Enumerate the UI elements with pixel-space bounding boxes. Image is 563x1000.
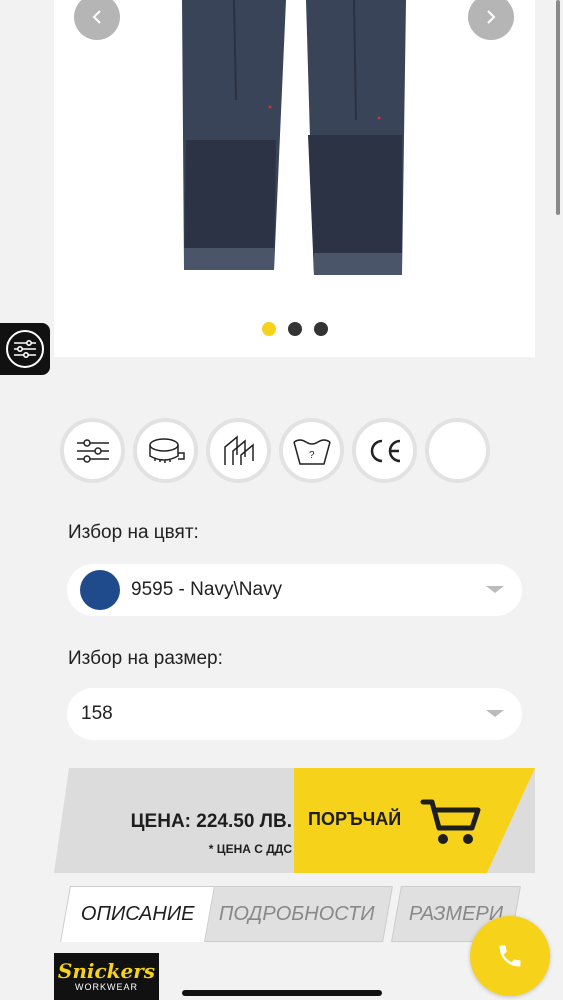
size-dropdown[interactable]: 158 bbox=[67, 688, 522, 740]
gallery-prev-button[interactable] bbox=[74, 0, 120, 40]
size-select-label: Избор на размер: bbox=[68, 648, 223, 669]
gallery-pagination bbox=[54, 322, 535, 336]
wash-care-icon: ? bbox=[292, 438, 331, 465]
page-scrollbar[interactable] bbox=[556, 0, 560, 215]
chevron-left-icon bbox=[92, 10, 101, 24]
price-vat-note: * ЦЕНА С ДДС bbox=[208, 842, 292, 856]
tab-details[interactable]: ПОДРОБНОСТИ bbox=[200, 886, 393, 942]
feature-sizing[interactable] bbox=[133, 418, 198, 483]
gallery-next-button[interactable] bbox=[468, 0, 514, 40]
product-tabs: РАЗМЕРИ ПОДРОБНОСТИ ОПИСАНИЕ bbox=[60, 886, 540, 942]
chevron-down-icon bbox=[486, 586, 504, 593]
tape-measure-icon bbox=[148, 437, 185, 463]
tab-label: ПОДРОБНОСТИ bbox=[218, 902, 375, 925]
color-dropdown[interactable]: 9595 - Navy\Navy bbox=[67, 564, 522, 616]
fabric-layers-icon bbox=[223, 434, 254, 465]
chevron-right-icon bbox=[487, 10, 496, 24]
chevron-down-icon bbox=[486, 710, 504, 717]
price-value: ЦЕНА: 224.50 ЛВ. bbox=[130, 811, 292, 832]
size-dropdown-value: 158 bbox=[81, 703, 113, 724]
feature-icons: ? bbox=[60, 418, 490, 483]
tab-label: ОПИСАНИЕ bbox=[80, 903, 195, 925]
feature-certification[interactable] bbox=[352, 418, 417, 483]
order-button-label: ПОРЪЧАЙ bbox=[308, 809, 402, 829]
filter-ring bbox=[6, 330, 44, 368]
brand-logo-sub: WORKWEAR bbox=[75, 982, 138, 992]
filter-settings-icon bbox=[76, 438, 109, 463]
call-button[interactable] bbox=[470, 916, 550, 996]
feature-fabric[interactable] bbox=[206, 418, 271, 483]
brand-logo-name: Snickers bbox=[57, 959, 156, 983]
feature-adjustable[interactable] bbox=[60, 418, 125, 483]
product-image bbox=[182, 0, 406, 275]
gallery-dot[interactable] bbox=[313, 322, 328, 336]
price-panel: ЦЕНА: 224.50 ЛВ. * ЦЕНА С ДДС ПОРЪЧАЙ bbox=[54, 768, 535, 873]
color-dropdown-value: 9595 - Navy\Navy bbox=[131, 579, 283, 600]
svg-text:?: ? bbox=[309, 450, 315, 461]
ce-mark-icon bbox=[370, 439, 400, 462]
gallery-dot[interactable] bbox=[287, 322, 302, 336]
shopping-cart-icon bbox=[420, 799, 481, 844]
color-select-label: Избор на цвят: bbox=[68, 522, 199, 543]
sliders-icon bbox=[14, 339, 36, 359]
order-button[interactable]: ПОРЪЧАЙ bbox=[294, 768, 535, 873]
home-indicator[interactable] bbox=[182, 990, 382, 996]
filter-side-button[interactable] bbox=[0, 323, 50, 375]
color-swatch bbox=[80, 570, 120, 610]
feature-care[interactable]: ? bbox=[279, 418, 344, 483]
tab-description[interactable]: ОПИСАНИЕ bbox=[60, 886, 215, 942]
gallery-dot[interactable] bbox=[261, 322, 276, 336]
price-info: ЦЕНА: 224.50 ЛВ. * ЦЕНА С ДДС bbox=[54, 768, 304, 873]
product-gallery[interactable] bbox=[54, 0, 535, 357]
phone-icon bbox=[499, 945, 521, 967]
feature-empty[interactable] bbox=[425, 418, 490, 483]
brand-logo: Snickers WORKWEAR bbox=[54, 953, 159, 1000]
